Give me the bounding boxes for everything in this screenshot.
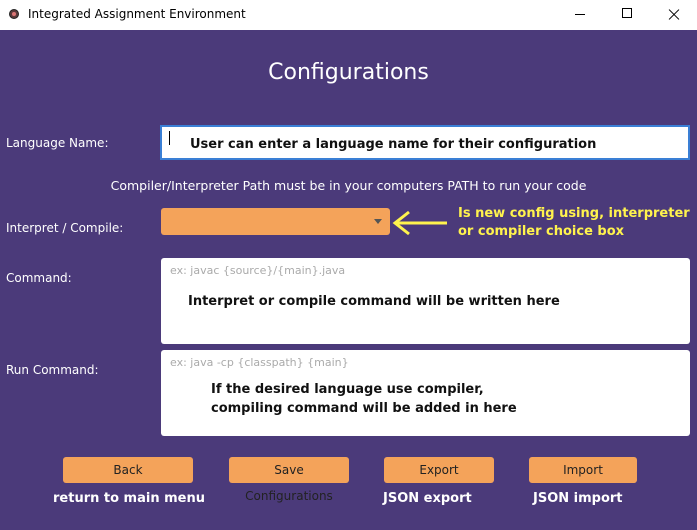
back-annotation: return to main menu [53, 491, 205, 506]
import-annotation: JSON import [533, 491, 623, 506]
interpret-compile-label: Interpret / Compile: [6, 221, 124, 235]
command-label: Command: [6, 271, 72, 285]
interpret-compile-select[interactable] [161, 208, 390, 235]
language-name-label: Language Name: [6, 136, 109, 150]
chevron-down-icon [374, 219, 382, 224]
text-caret [169, 131, 170, 145]
save-configurations-button[interactable]: Save Configurations [229, 457, 349, 503]
export-annotation: JSON export [383, 491, 472, 506]
interpret-compile-annotation: Is new config using, interpreter or comp… [458, 206, 690, 239]
minimize-button[interactable] [557, 0, 603, 30]
app-window: Integrated Assignment Environment Config… [0, 0, 697, 530]
export-button[interactable]: Export [384, 457, 494, 483]
arrow-left-icon [392, 210, 447, 236]
app-icon [9, 9, 19, 19]
window-title: Integrated Assignment Environment [28, 7, 246, 21]
run-command-label: Run Command: [6, 363, 99, 377]
command-annotation: Interpret or compile command will be wri… [188, 294, 560, 309]
import-button[interactable]: Import [529, 457, 637, 483]
path-note: Compiler/Interpreter Path must be in you… [110, 178, 587, 193]
language-name-annotation: User can enter a language name for their… [190, 137, 597, 152]
command-placeholder: ex: javac {source}/{main}.java [170, 264, 346, 277]
page-title: Configurations [268, 60, 429, 85]
maximize-button[interactable] [604, 0, 650, 30]
title-bar: Integrated Assignment Environment [0, 0, 697, 30]
close-button[interactable] [651, 0, 697, 30]
run-command-annotation: If the desired language use compiler, co… [211, 382, 517, 416]
run-command-placeholder: ex: java -cp {classpath} {main} [170, 356, 349, 369]
back-button[interactable]: Back [63, 457, 193, 483]
